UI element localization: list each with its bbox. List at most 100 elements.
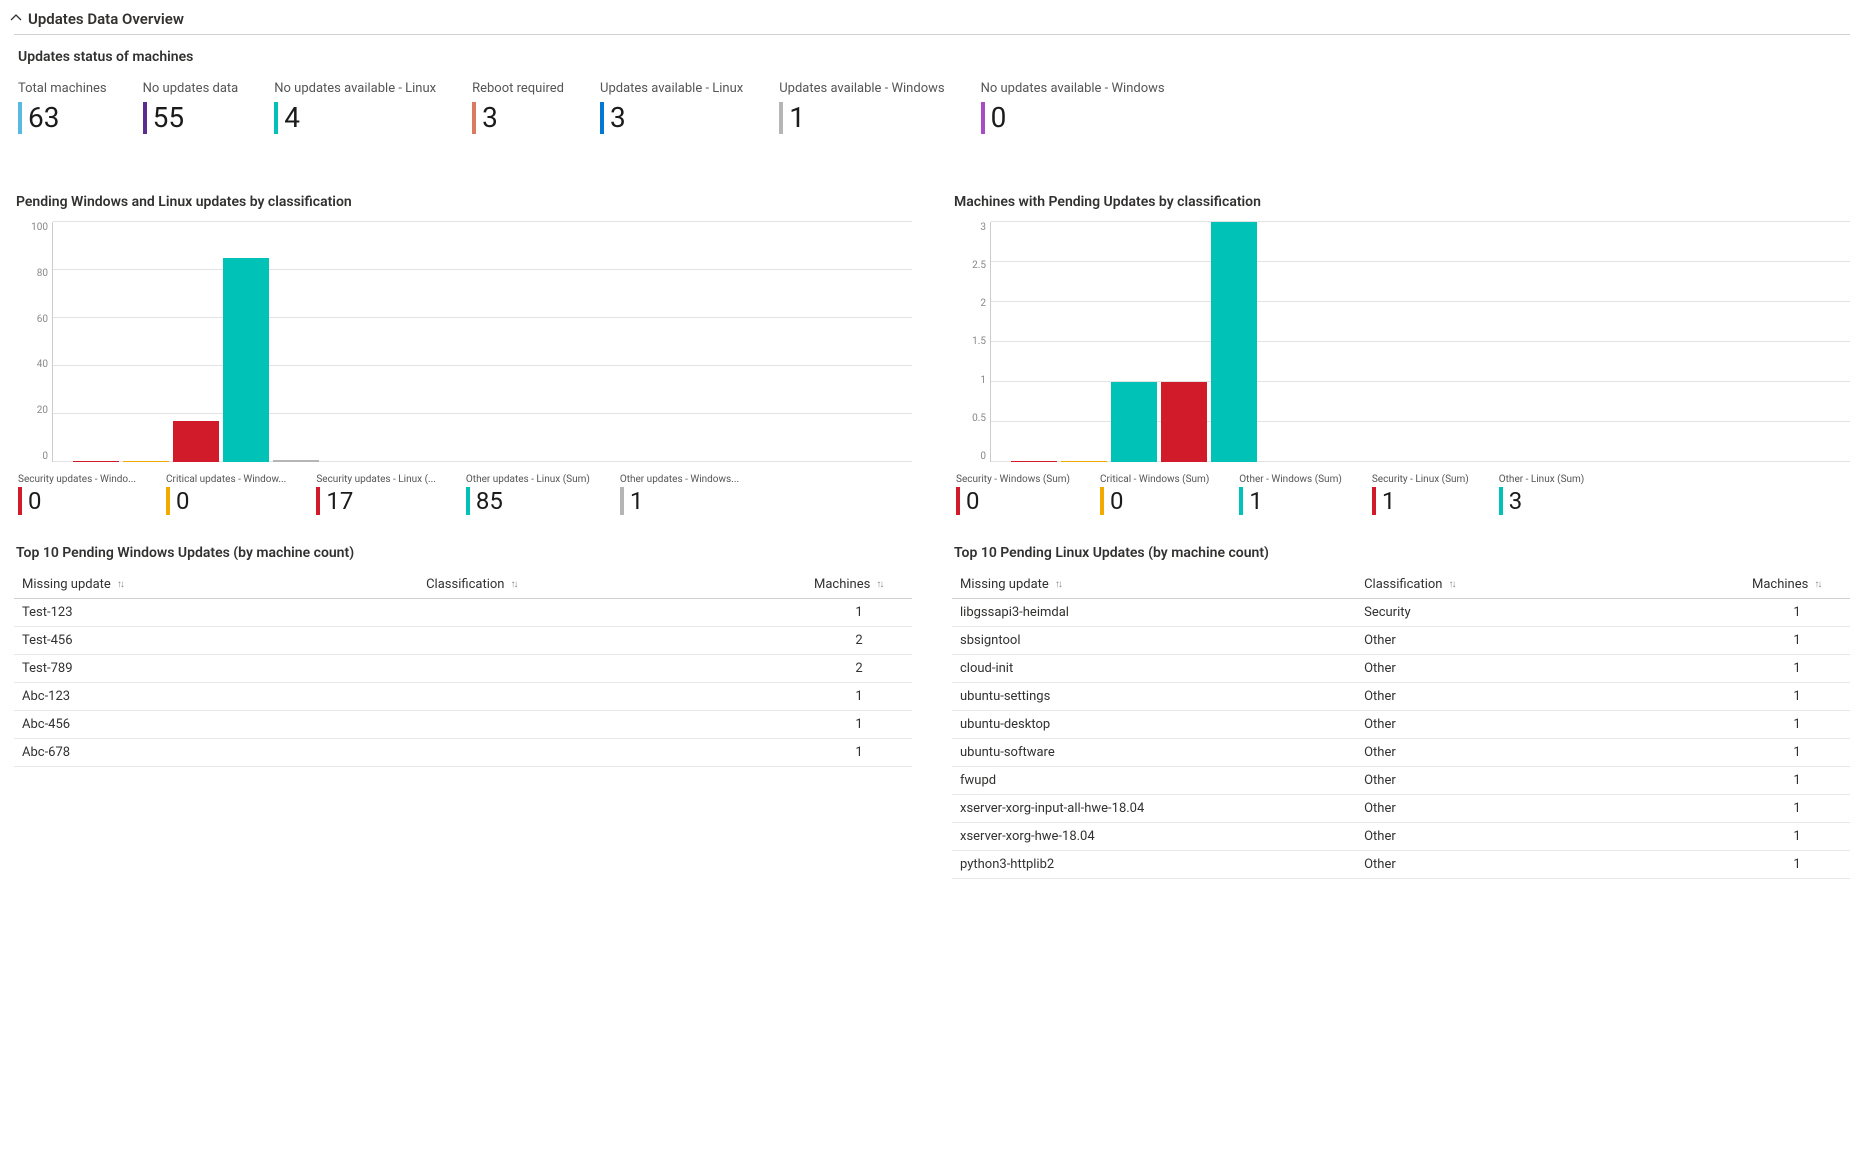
legend-swatch [466, 487, 470, 515]
kpi-accent-bar [274, 102, 278, 134]
legend-label: Security updates - Windo... [18, 474, 136, 485]
table-title: Top 10 Pending Windows Updates (by machi… [16, 545, 912, 561]
cell-machines: 1 [1744, 683, 1850, 711]
table-row[interactable]: Abc-1231 [14, 683, 912, 711]
table-row[interactable]: Test-1231 [14, 599, 912, 627]
kpi-value: 4 [284, 104, 300, 132]
cell-classification: Other [1356, 683, 1744, 711]
legend-item[interactable]: Other updates - Linux (Sum) 85 [466, 474, 590, 515]
section-toggle[interactable]: Updates Data Overview [10, 6, 1850, 34]
column-header[interactable]: Machines↑↓ [1744, 571, 1850, 599]
y-tick-label: 60 [14, 314, 48, 325]
cell-machines: 1 [806, 711, 912, 739]
cell-machines: 1 [1744, 851, 1850, 879]
legend-label: Other updates - Linux (Sum) [466, 474, 590, 485]
table-row[interactable]: ubuntu-softwareOther1 [952, 739, 1850, 767]
column-label: Missing update [22, 577, 111, 592]
cell-classification: Security [1356, 599, 1744, 627]
kpi-tile[interactable]: Updates available - Windows1 [779, 81, 944, 134]
chart-bar[interactable] [1011, 461, 1057, 462]
chart-bar[interactable] [273, 460, 319, 462]
kpi-tile[interactable]: Total machines63 [18, 81, 107, 134]
table-row[interactable]: python3-httplib2Other1 [952, 851, 1850, 879]
chart-bar[interactable] [223, 258, 269, 462]
y-tick-label: 100 [14, 222, 48, 233]
sort-icon: ↑↓ [510, 579, 516, 590]
table-row[interactable]: ubuntu-desktopOther1 [952, 711, 1850, 739]
column-header[interactable]: Classification↑↓ [1356, 571, 1744, 599]
chart-bar[interactable] [123, 461, 169, 462]
table-row[interactable]: xserver-xorg-input-all-hwe-18.04Other1 [952, 795, 1850, 823]
table-row[interactable]: Abc-6781 [14, 739, 912, 767]
cell-machines: 1 [806, 599, 912, 627]
legend-item[interactable]: Other - Windows (Sum)1 [1239, 474, 1342, 515]
y-tick-label: 1.5 [952, 336, 986, 347]
legend-label: Critical - Windows (Sum) [1100, 474, 1209, 485]
chart-panel-left: Pending Windows and Linux updates by cla… [14, 194, 912, 879]
column-header[interactable]: Machines↑↓ [806, 571, 912, 599]
table-row[interactable]: Test-7892 [14, 655, 912, 683]
legend-item[interactable]: Security - Windows (Sum)0 [956, 474, 1070, 515]
table-row[interactable]: Abc-456 1 [14, 711, 912, 739]
chevron-up-icon [10, 10, 22, 28]
status-subtitle: Updates status of machines [18, 49, 1850, 65]
legend-swatch [1239, 487, 1243, 515]
column-header[interactable]: Classification↑↓ [418, 571, 806, 599]
cell-machines: 1 [1744, 711, 1850, 739]
legend-item[interactable]: Security updates - Linux (...17 [316, 474, 436, 515]
kpi-label: Updates available - Linux [600, 81, 743, 96]
legend-item[interactable]: Other updates - Windows...1 [620, 474, 739, 515]
legend-value: 85 [476, 489, 503, 513]
legend-item[interactable]: Security updates - Windo... 0 [18, 474, 136, 515]
legend-label: Security - Windows (Sum) [956, 474, 1070, 485]
cell-machines: 1 [1744, 767, 1850, 795]
cell-update: libgssapi3-heimdal [952, 599, 1356, 627]
column-label: Machines [1752, 577, 1808, 592]
legend-item[interactable]: Other - Linux (Sum)3 [1499, 474, 1585, 515]
table-row[interactable]: ubuntu-settingsOther1 [952, 683, 1850, 711]
legend-item[interactable]: Critical - Windows (Sum)0 [1100, 474, 1209, 515]
cell-machines: 2 [806, 627, 912, 655]
chart-bar[interactable] [73, 461, 119, 462]
legend-swatch [956, 487, 960, 515]
cell-update: Abc-456 [14, 711, 418, 739]
legend-swatch [18, 487, 22, 515]
table-row[interactable]: libgssapi3-heimdalSecurity1 [952, 599, 1850, 627]
cell-update: xserver-xorg-input-all-hwe-18.04 [952, 795, 1356, 823]
table-title: Top 10 Pending Linux Updates (by machine… [954, 545, 1850, 561]
column-label: Machines [814, 577, 870, 592]
cell-classification [418, 739, 806, 767]
legend-item[interactable]: Critical updates - Window...0 [166, 474, 286, 515]
chart-bar[interactable] [1161, 382, 1207, 462]
column-header[interactable]: Missing update↑↓ [14, 571, 418, 599]
table-row[interactable]: sbsigntoolOther1 [952, 627, 1850, 655]
pending-windows-table: Missing update↑↓Classification↑↓Machines… [14, 571, 912, 767]
column-header[interactable]: Missing update↑↓ [952, 571, 1356, 599]
kpi-tile[interactable]: No updates available - Linux4 [274, 81, 436, 134]
legend-value: 0 [176, 489, 190, 513]
legend-item[interactable]: Security - Linux (Sum)1 [1372, 474, 1469, 515]
pending-linux-table: Missing update↑↓Classification↑↓Machines… [952, 571, 1850, 879]
chart-bar[interactable] [173, 421, 219, 462]
kpi-tile[interactable]: No updates data55 [143, 81, 239, 134]
table-row[interactable]: cloud-initOther1 [952, 655, 1850, 683]
chart-legend: Security - Windows (Sum)0 Critical - Wind… [956, 474, 1850, 515]
chart-bar[interactable] [1061, 461, 1107, 462]
legend-label: Other - Linux (Sum) [1499, 474, 1585, 485]
cell-classification: Other [1356, 711, 1744, 739]
kpi-tile[interactable]: No updates available - Windows0 [981, 81, 1165, 134]
table-row[interactable]: Test-4562 [14, 627, 912, 655]
cell-machines: 1 [1744, 627, 1850, 655]
kpi-tile[interactable]: Updates available - Linux3 [600, 81, 743, 134]
cell-machines: 1 [1744, 739, 1850, 767]
y-tick-label: 1 [952, 375, 986, 386]
cell-classification [418, 627, 806, 655]
y-tick-label: 2.5 [952, 260, 986, 271]
chart-bar[interactable] [1111, 382, 1157, 462]
table-row[interactable]: fwupdOther1 [952, 767, 1850, 795]
kpi-tile[interactable]: Reboot required3 [472, 81, 564, 134]
chart-title: Machines with Pending Updates by classif… [954, 194, 1850, 210]
chart-bar[interactable] [1211, 222, 1257, 462]
table-row[interactable]: xserver-xorg-hwe-18.04Other1 [952, 823, 1850, 851]
legend-value: 0 [28, 489, 42, 513]
